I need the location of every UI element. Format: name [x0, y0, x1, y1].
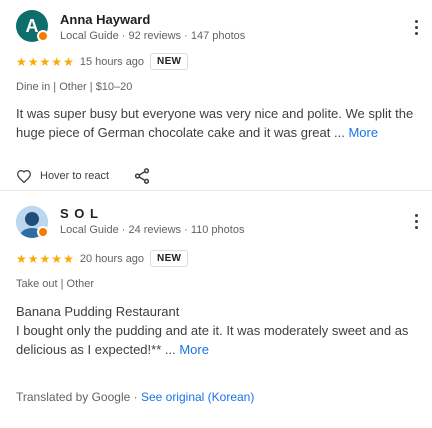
translated-prefix: Translated by Google ·	[16, 390, 141, 404]
review-title-line: Banana Pudding Restaurant	[16, 304, 180, 319]
more-link[interactable]: More	[179, 342, 209, 357]
star-icon: ★	[39, 54, 51, 69]
new-badge: NEW	[150, 53, 189, 70]
visit-context: Take out | Other	[16, 278, 95, 290]
react-label: Hover to react	[40, 170, 110, 182]
rating-row: ★ ★ ★ ★ ★ 20 hours ago NEW	[16, 250, 189, 267]
heart-icon	[16, 170, 32, 183]
star-icon: ★	[63, 251, 74, 266]
review-text: It was super busy but everyone was very …	[16, 104, 422, 142]
star-icon: ★	[16, 54, 27, 69]
more-vert-icon[interactable]	[408, 210, 424, 232]
star-icon: ★	[39, 251, 51, 266]
translation-note: Translated by Google · See original (Kor…	[16, 390, 254, 404]
divider	[0, 190, 432, 191]
star-icon: ★	[27, 54, 39, 69]
author-name[interactable]: Anna Hayward	[60, 12, 150, 27]
star-icon: ★	[16, 251, 27, 266]
new-badge: NEW	[150, 250, 189, 267]
visit-context: Dine in | Other | $10–20	[16, 81, 133, 93]
star-rating: ★ ★ ★ ★ ★	[16, 253, 74, 265]
star-icon: ★	[51, 54, 63, 69]
star-icon: ★	[27, 251, 39, 266]
more-vert-icon[interactable]	[408, 16, 424, 38]
local-guide-badge-icon	[37, 226, 49, 238]
react-button[interactable]: Hover to react	[16, 169, 109, 183]
share-button[interactable]	[133, 167, 151, 185]
review-time: 20 hours ago	[79, 252, 145, 265]
author-meta: Local Guide · 92 reviews · 147 photos	[60, 30, 246, 42]
author-name[interactable]: S O L	[60, 206, 99, 221]
star-rating: ★ ★ ★ ★ ★	[16, 56, 74, 68]
more-link[interactable]: More	[348, 125, 378, 140]
review-time: 15 hours ago	[79, 55, 145, 68]
review-text: Banana Pudding Restaurant I bought only …	[16, 302, 422, 359]
see-original-link[interactable]: See original (Korean)	[141, 390, 254, 404]
share-icon	[134, 168, 150, 184]
local-guide-badge-icon	[37, 30, 49, 42]
star-icon: ★	[63, 54, 74, 69]
review-actions: Hover to react	[16, 167, 151, 185]
review-body: I bought only the pudding and ate it. It…	[16, 323, 409, 357]
rating-row: ★ ★ ★ ★ ★ 15 hours ago NEW	[16, 53, 189, 70]
author-meta: Local Guide · 24 reviews · 110 photos	[60, 224, 245, 236]
star-icon: ★	[51, 251, 63, 266]
